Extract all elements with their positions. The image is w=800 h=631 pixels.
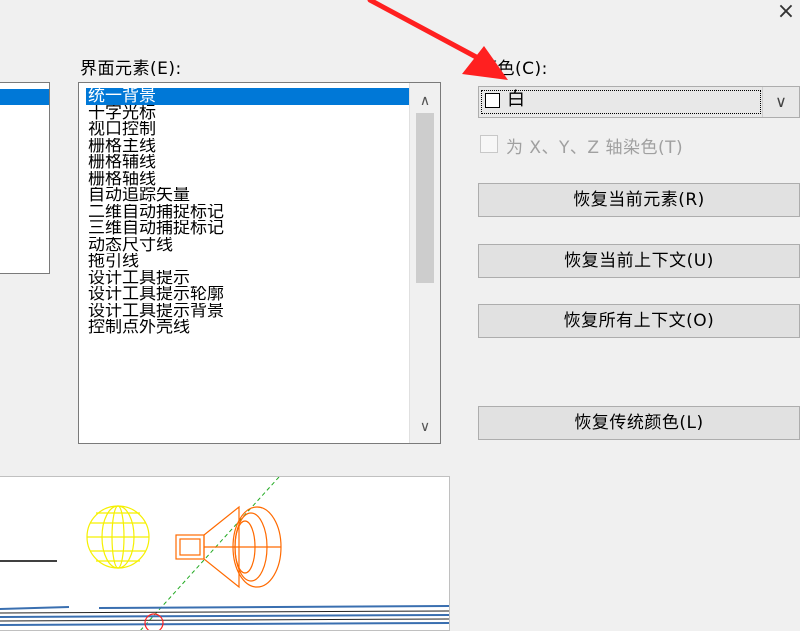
annotation-arrow [367,0,508,80]
